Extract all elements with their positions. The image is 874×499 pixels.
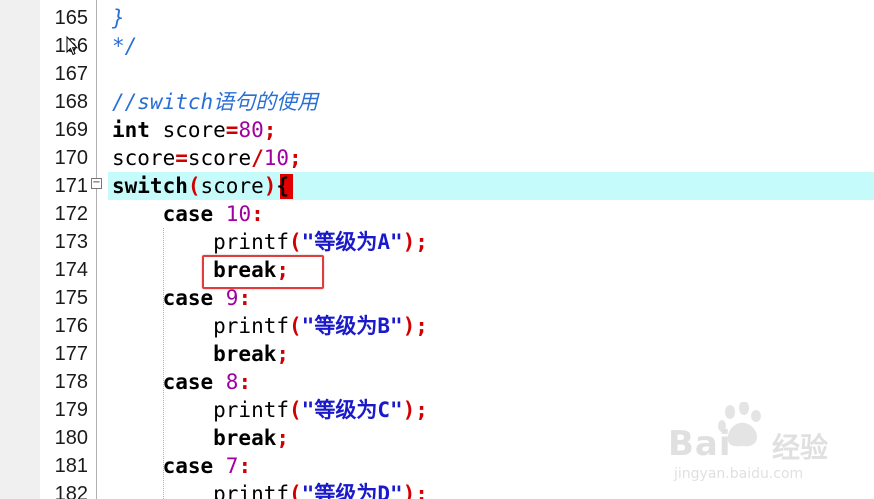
- code-token: case: [112, 454, 226, 478]
- code-token: break: [112, 342, 277, 366]
- code-token: score: [149, 118, 226, 142]
- code-token: :: [238, 454, 252, 478]
- code-line[interactable]: case 7:: [112, 452, 252, 480]
- line-number-column: 165 166 167 168 169 170 171 172 173 174 175 176 177 1…: [40, 0, 90, 499]
- watermark-brand-suffix: 经验: [772, 431, 829, 464]
- code-token: (: [289, 314, 302, 338]
- code-token: );: [402, 230, 428, 254]
- code-line[interactable]: */: [112, 32, 137, 60]
- baidu-jingyan-watermark: Bai 经验 jingyan.baidu.com: [668, 402, 868, 492]
- code-token: score: [112, 146, 176, 170]
- annotation-highlight-box: [202, 255, 324, 289]
- code-line[interactable]: printf("等级为B");: [112, 312, 428, 340]
- watermark-brand: Bai: [668, 424, 732, 464]
- line-number: 169: [54, 119, 88, 141]
- code-token: printf: [112, 398, 290, 422]
- code-line[interactable]: score=score/10;: [112, 144, 302, 172]
- code-token: :: [238, 286, 252, 310]
- code-token: ;: [276, 342, 290, 366]
- code-token: printf: [112, 482, 290, 499]
- code-line[interactable]: int score=80;: [112, 116, 276, 144]
- code-token: 80: [238, 118, 264, 142]
- code-token: :: [251, 202, 264, 226]
- code-line[interactable]: //switch语句的使用: [112, 88, 318, 116]
- code-token: ;: [276, 426, 290, 450]
- code-token: "等级为B": [301, 314, 403, 338]
- code-line[interactable]: printf("等级为D");: [112, 480, 428, 499]
- code-token: int: [112, 118, 150, 142]
- code-token: 10: [263, 146, 290, 170]
- code-token: case: [112, 370, 226, 394]
- editor-gutter: [0, 0, 41, 499]
- code-token: /: [251, 146, 264, 170]
- code-token: (: [289, 230, 302, 254]
- code-token: "等级为C": [301, 398, 403, 422]
- line-number: 179: [54, 399, 88, 421]
- code-token: ;: [263, 118, 277, 142]
- line-number: 165: [54, 7, 88, 29]
- code-token: );: [402, 314, 428, 338]
- code-line[interactable]: printf("等级为A");: [112, 228, 428, 256]
- line-number: 171: [54, 175, 88, 197]
- code-token: =: [225, 118, 239, 142]
- line-number: 168: [54, 91, 88, 113]
- code-token: ): [263, 174, 277, 198]
- code-token: case: [112, 202, 226, 226]
- code-token: {: [276, 174, 290, 198]
- code-token: score: [200, 174, 264, 198]
- code-token: printf: [112, 314, 290, 338]
- code-token: (: [289, 482, 302, 499]
- code-token: printf: [112, 230, 290, 254]
- line-number: 182: [54, 483, 88, 499]
- code-token: }: [112, 6, 125, 30]
- code-token: score: [187, 146, 252, 170]
- code-line[interactable]: case 8:: [112, 368, 252, 396]
- code-token: 10: [225, 202, 252, 226]
- code-line[interactable]: }: [112, 4, 125, 32]
- code-line[interactable]: switch(score){: [112, 172, 289, 200]
- code-token: (: [187, 174, 201, 198]
- code-token: =: [175, 146, 188, 170]
- line-number: 166: [40, 32, 88, 60]
- line-number: 180: [54, 427, 88, 449]
- code-token: //switch语句的使用: [112, 90, 319, 114]
- code-line[interactable]: break;: [112, 340, 289, 368]
- code-token: "等级为D": [301, 482, 403, 499]
- code-editor[interactable]: 165 166 167 168 169 170 171 172 173 174 175 176 177 1…: [0, 0, 874, 499]
- line-number: 176: [54, 315, 88, 337]
- code-token: switch: [112, 174, 188, 198]
- code-token: 8: [225, 370, 239, 394]
- line-number: 175: [54, 287, 88, 309]
- code-line[interactable]: break;: [112, 424, 289, 452]
- fold-guide-line: [96, 0, 97, 499]
- code-token: "等级为A": [301, 230, 403, 254]
- code-token: case: [112, 286, 226, 310]
- line-number: 170: [54, 147, 88, 169]
- mouse-pointer-icon: [66, 36, 78, 56]
- code-token: 7: [225, 454, 239, 478]
- code-token: );: [402, 398, 428, 422]
- code-token: */: [112, 34, 138, 58]
- line-number: 178: [54, 371, 88, 393]
- code-token: );: [402, 482, 428, 499]
- code-token: 9: [225, 286, 239, 310]
- line-number: 177: [54, 343, 88, 365]
- code-token: ;: [289, 146, 302, 170]
- code-token: (: [289, 398, 302, 422]
- line-number: 172: [54, 203, 88, 225]
- line-number: 174: [54, 259, 88, 281]
- line-number: 181: [54, 455, 88, 477]
- line-number: 173: [54, 231, 88, 253]
- line-number: 167: [54, 63, 88, 85]
- code-line[interactable]: case 10:: [112, 200, 264, 228]
- watermark-url: jingyan.baidu.com: [674, 466, 804, 482]
- code-token: :: [238, 370, 252, 394]
- code-line[interactable]: printf("等级为C");: [112, 396, 428, 424]
- fold-toggle-icon[interactable]: −: [91, 178, 102, 189]
- code-token: break: [112, 426, 277, 450]
